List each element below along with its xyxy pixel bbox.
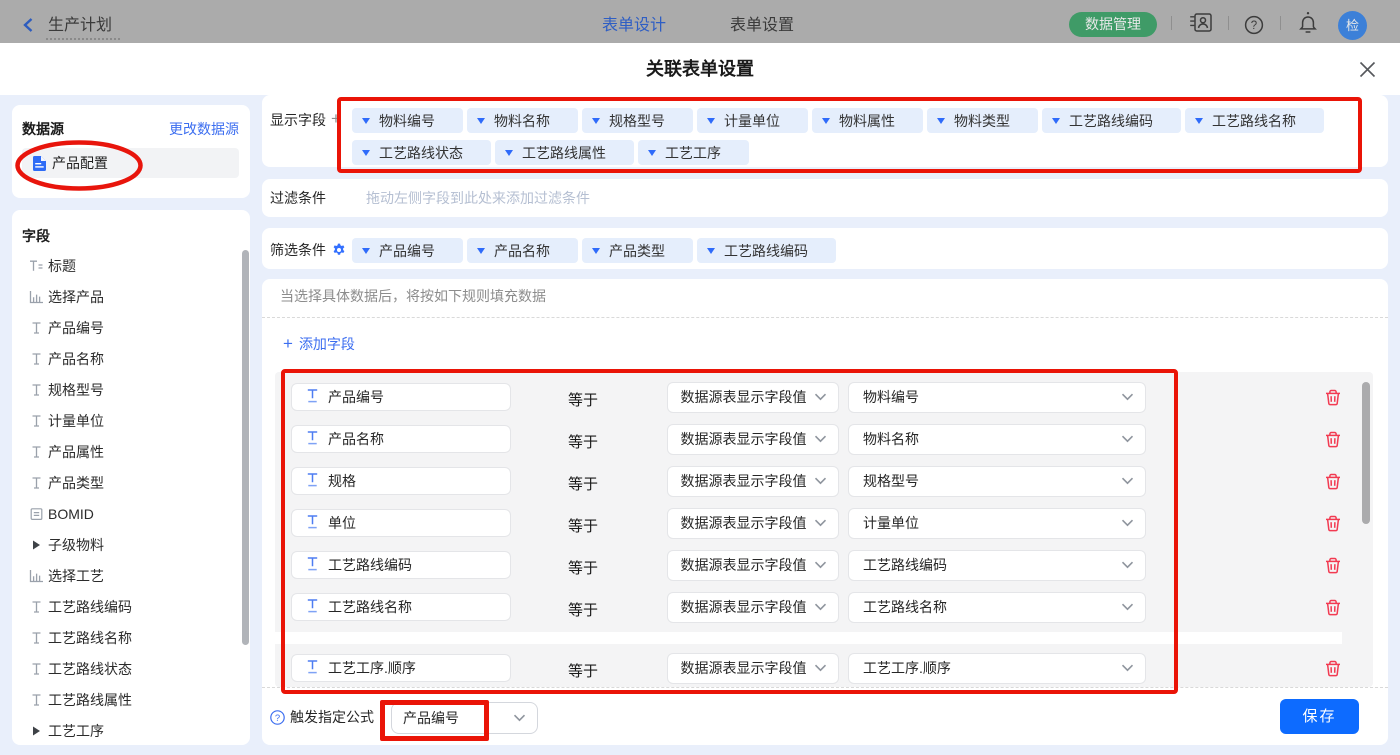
svg-text:?: ? (1251, 20, 1257, 32)
svg-text:?: ? (275, 713, 280, 724)
